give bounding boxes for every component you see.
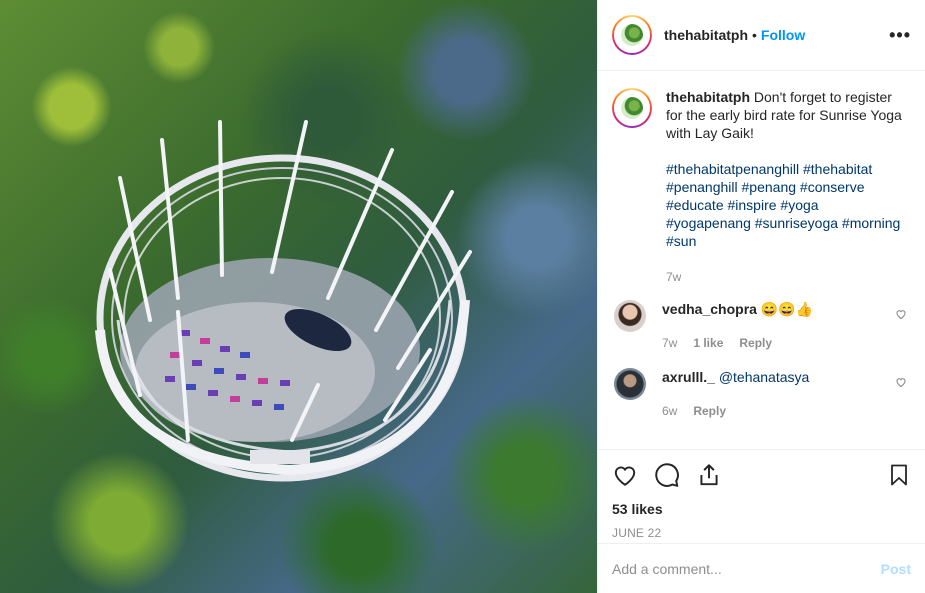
canopy-walkway-illustration — [95, 120, 472, 482]
bookmark-icon[interactable] — [887, 462, 911, 488]
follow-button[interactable]: Follow — [761, 27, 805, 43]
comment-item: axrulll._ @tehanatasya 6w Reply — [614, 368, 911, 420]
author-username[interactable]: thehabitatph — [664, 27, 748, 43]
comment-mention[interactable]: @tehanatasya — [719, 369, 810, 385]
post-comment-button[interactable]: Post — [881, 561, 911, 577]
reply-button[interactable]: Reply — [739, 334, 772, 352]
heart-icon[interactable] — [612, 462, 638, 488]
comment-username[interactable]: axrulll._ — [662, 369, 715, 385]
comments-section: thehabitatph Don't forget to register fo… — [598, 72, 925, 449]
add-comment-input[interactable]: Add a comment... — [612, 561, 881, 577]
comment-like-heart-icon[interactable] — [895, 376, 907, 388]
caption-timestamp[interactable]: 7w — [666, 268, 681, 286]
post-side-panel: thehabitatph • Follow ••• thehabitatph D… — [597, 0, 925, 593]
separator-dot: • — [752, 27, 757, 43]
caption-username[interactable]: thehabitatph — [666, 89, 750, 105]
comment-text: 😄😄👍 — [760, 301, 814, 317]
habitat-logo-icon — [621, 24, 643, 46]
add-comment-bar: Add a comment... Post — [598, 543, 925, 593]
comment-timestamp[interactable]: 6w — [662, 402, 677, 420]
habitat-logo-icon — [621, 97, 643, 119]
comment-icon[interactable] — [654, 462, 680, 488]
share-icon[interactable] — [696, 462, 722, 488]
comment-item: vedha_chopra 😄😄👍 7w 1 like Reply — [614, 300, 911, 352]
post-actions: 53 likes JUNE 22 — [598, 449, 925, 540]
commenter-avatar[interactable] — [614, 368, 646, 400]
likes-count[interactable]: 53 likes — [612, 501, 911, 517]
post-date[interactable]: JUNE 22 — [612, 526, 911, 540]
reply-button[interactable]: Reply — [693, 402, 726, 420]
comment-likes[interactable]: 1 like — [693, 334, 723, 352]
caption-hashtags[interactable]: #thehabitatpenanghill #thehabitat #penan… — [666, 160, 906, 250]
commenter-avatar[interactable] — [614, 300, 646, 332]
comment-username[interactable]: vedha_chopra — [662, 301, 757, 317]
comment-timestamp[interactable]: 7w — [662, 334, 677, 352]
caption: thehabitatph Don't forget to register fo… — [612, 88, 911, 286]
comment-like-heart-icon[interactable] — [895, 308, 907, 320]
author-avatar[interactable] — [612, 15, 652, 55]
post-header: thehabitatph • Follow ••• — [598, 0, 925, 71]
caption-author-avatar[interactable] — [612, 88, 652, 128]
more-options-icon[interactable]: ••• — [889, 25, 911, 46]
post-photo[interactable] — [0, 0, 597, 593]
